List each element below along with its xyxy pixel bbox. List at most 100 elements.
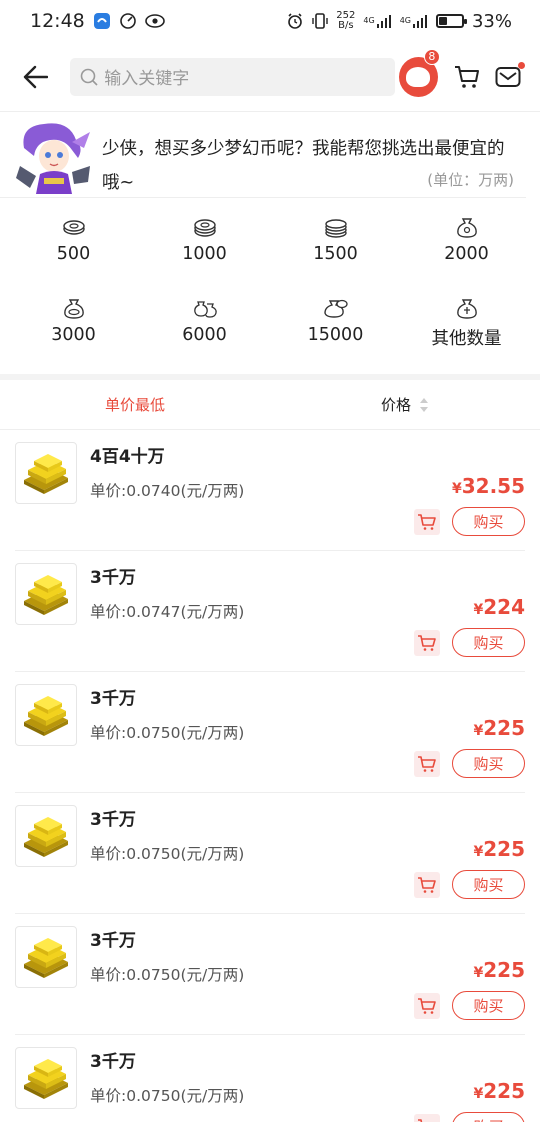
gold-bar-thumbnail	[15, 684, 77, 746]
avatar[interactable]: 8	[398, 48, 440, 97]
add-to-cart-button[interactable]	[414, 992, 440, 1019]
search-placeholder: 输入关键字	[104, 69, 190, 89]
gold-bar-icon	[24, 575, 68, 615]
product-list: 4百4十万 单价:0.0740(元/万两) ¥32.55 购买 3千万 单价:0…	[0, 430, 540, 1122]
sort-arrows-icon	[420, 397, 428, 412]
list-item[interactable]: 3千万 单价:0.0750(元/万两) ¥225 购买	[0, 914, 540, 1035]
gold-bar-icon	[24, 1059, 68, 1099]
buy-button[interactable]: 购买	[452, 749, 525, 778]
add-to-cart-button[interactable]	[414, 508, 440, 535]
buy-button[interactable]: 购买	[452, 870, 525, 899]
search-input[interactable]: 输入关键字	[70, 57, 395, 96]
price-amount: 224	[483, 595, 525, 619]
item-title: 3千万	[90, 931, 136, 951]
app-notification-icon	[93, 12, 111, 30]
coin-stack-icon	[62, 220, 85, 235]
buy-button[interactable]: 购买	[452, 991, 525, 1020]
list-item[interactable]: 4百4十万 单价:0.0740(元/万两) ¥32.55 购买	[0, 430, 540, 551]
intro-message: 少侠，想买多少梦幻币呢？我能帮您挑选出最便宜的哦~ (单位：万两)	[96, 118, 514, 197]
amount-option-1000[interactable]: 1000	[139, 216, 270, 297]
item-title: 3千万	[90, 689, 136, 709]
coin-stack-icon	[193, 219, 216, 237]
money-bag-icon	[456, 218, 477, 238]
amount-label: 15000	[307, 325, 364, 345]
sort-bar: 单价最低 价格	[0, 380, 540, 430]
vibrate-icon	[312, 12, 328, 30]
unit-label: (单位：万两)	[427, 171, 514, 189]
buy-button[interactable]: 购买	[452, 628, 525, 657]
amount-option-3000[interactable]: 3000	[8, 297, 139, 378]
cart-icon	[418, 1118, 436, 1122]
sort-price-label: 价格	[380, 396, 411, 414]
gold-bar-icon	[24, 454, 68, 494]
currency-symbol: ¥	[473, 1086, 484, 1102]
battery-percent: 33%	[471, 10, 512, 32]
signal-2-icon: 4G	[400, 14, 428, 28]
price-amount: 225	[483, 958, 525, 982]
amount-option-other[interactable]: 其他数量	[401, 297, 532, 378]
gold-bar-thumbnail	[15, 926, 77, 988]
price-amount: 32.55	[461, 474, 525, 498]
money-bag-icon	[63, 299, 84, 319]
add-to-cart-button[interactable]	[414, 750, 440, 777]
amount-option-1500[interactable]: 1500	[270, 216, 401, 297]
top-nav: 输入关键字 8	[0, 42, 540, 112]
coin-stack-icon	[324, 219, 347, 238]
gold-bar-thumbnail	[15, 805, 77, 867]
item-title: 3千万	[90, 810, 136, 830]
amount-option-2000[interactable]: 2000	[401, 216, 532, 297]
cart-button[interactable]	[450, 59, 485, 95]
amount-option-6000[interactable]: 6000	[139, 297, 270, 378]
price-amount: 225	[483, 1079, 525, 1103]
gold-bar-icon	[24, 696, 68, 736]
add-to-cart-button[interactable]	[414, 1113, 440, 1122]
gold-bar-thumbnail	[15, 442, 77, 504]
amount-label: 500	[56, 244, 91, 264]
list-item[interactable]: 3千万 单价:0.0750(元/万两) ¥225 购买	[0, 793, 540, 914]
item-price: ¥225	[474, 716, 526, 740]
avatar-image	[406, 66, 431, 87]
price-amount: 225	[483, 716, 525, 740]
currency-symbol: ¥	[451, 481, 462, 497]
list-item[interactable]: 3千万 单价:0.0750(元/万两) ¥225 购买	[0, 672, 540, 793]
alarm-icon	[286, 12, 304, 30]
buy-button[interactable]: 购买	[452, 1112, 525, 1122]
sort-price[interactable]: 价格	[270, 394, 540, 415]
amount-grid: 500 1000 1500 2000 3000 6000 15000 其他数量	[0, 198, 540, 374]
buy-button[interactable]: 购买	[452, 507, 525, 536]
item-unit-price: 单价:0.0750(元/万两)	[90, 1087, 245, 1105]
item-price: ¥225	[474, 1079, 526, 1103]
gold-bar-icon	[24, 817, 68, 857]
add-to-cart-button[interactable]	[414, 871, 440, 898]
item-price: ¥225	[474, 837, 526, 861]
amount-option-500[interactable]: 500	[8, 216, 139, 297]
currency-symbol: ¥	[473, 602, 484, 618]
sort-lowest-unit-price[interactable]: 单价最低	[0, 394, 270, 415]
unread-dot	[518, 61, 525, 69]
add-to-cart-button[interactable]	[414, 629, 440, 656]
back-arrow-icon	[23, 65, 48, 88]
back-button[interactable]	[22, 63, 49, 91]
item-title: 4百4十万	[90, 447, 165, 467]
intro-banner: 少侠，想买多少梦幻币呢？我能帮您挑选出最便宜的哦~ (单位：万两)	[0, 112, 526, 198]
cart-icon	[418, 513, 436, 530]
money-bag-icon	[456, 299, 477, 319]
amount-label: 3000	[51, 325, 96, 345]
item-title: 3千万	[90, 1052, 136, 1072]
price-amount: 225	[483, 837, 525, 861]
amount-label: 6000	[182, 325, 227, 345]
battery-icon	[435, 14, 467, 28]
list-item[interactable]: 3千万 单价:0.0747(元/万两) ¥224 购买	[0, 551, 540, 672]
list-item[interactable]: 3千万 单价:0.0750(元/万两) ¥225 购买	[0, 1035, 540, 1122]
item-unit-price: 单价:0.0750(元/万两)	[90, 966, 245, 984]
amount-option-15000[interactable]: 15000	[270, 297, 401, 378]
gauge-icon	[119, 12, 137, 30]
message-button[interactable]	[491, 59, 526, 95]
currency-symbol: ¥	[473, 965, 484, 981]
network-speed: 252 B/s	[336, 10, 356, 31]
mail-icon	[495, 66, 521, 87]
eye-icon	[144, 14, 165, 28]
signal-1-icon: 4G	[363, 14, 391, 28]
cart-icon	[418, 876, 436, 893]
status-bar: 12:48 252 B/s 4G 4G 33%	[0, 0, 540, 42]
